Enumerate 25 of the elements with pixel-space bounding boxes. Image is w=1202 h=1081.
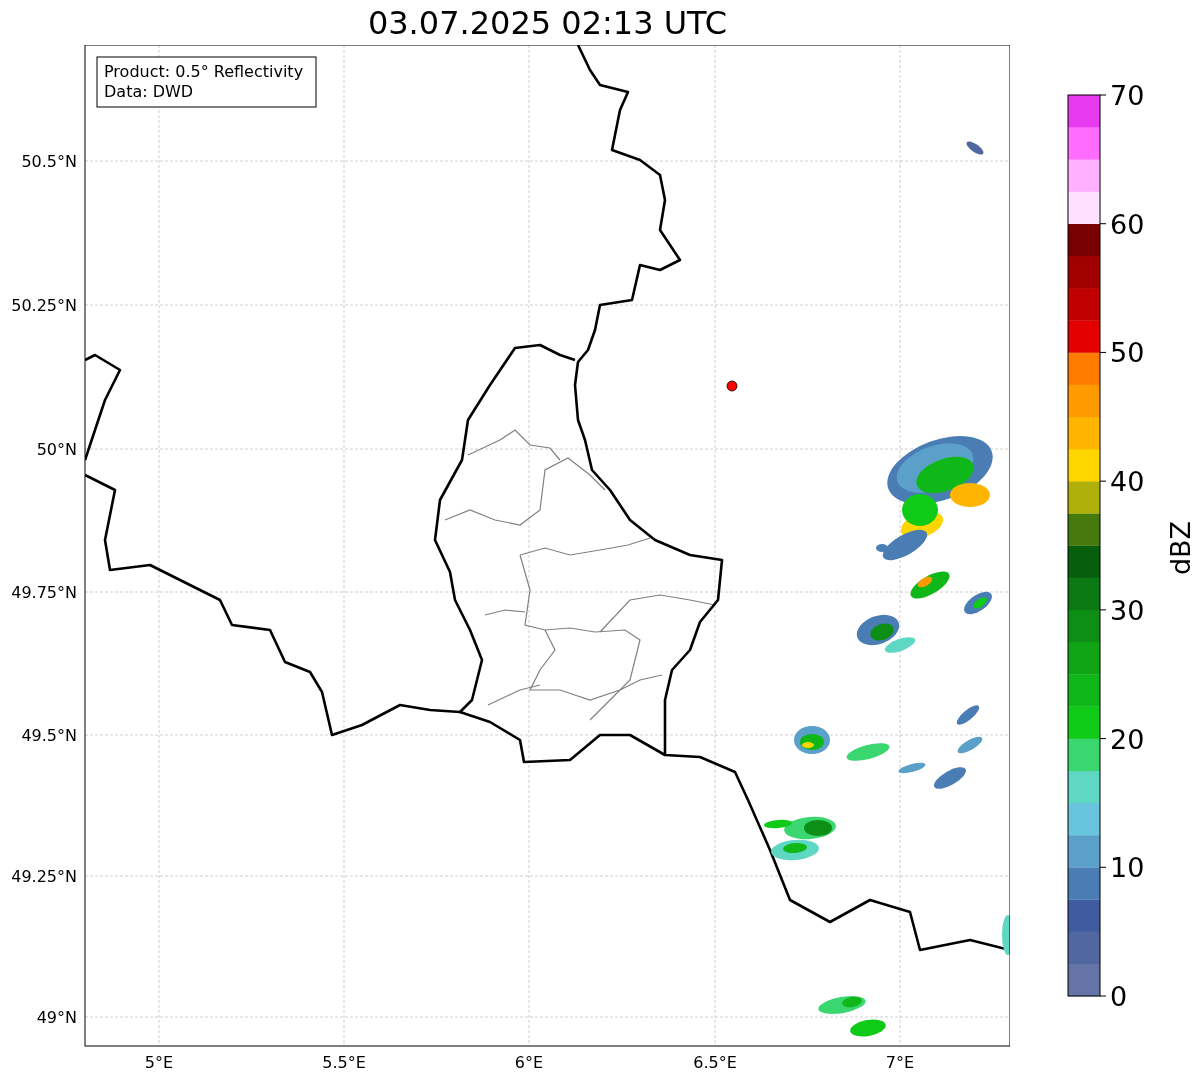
latitude-label: 49°N [36, 1008, 77, 1027]
colorbar-tick-label: 70 [1110, 80, 1145, 111]
radar-site-marker [726, 380, 738, 392]
legend-text: Product: 0.5° Reflectivity [104, 62, 304, 81]
legend-text: Data: DWD [104, 82, 194, 101]
latitude-label: 50.5°N [21, 152, 77, 171]
longitude-label: 6°E [514, 1053, 544, 1072]
colorbar-tick-label: 40 [1110, 466, 1145, 498]
latitude-label: 49.25°N [11, 867, 77, 886]
colorbar-tick-label: 30 [1110, 594, 1145, 626]
colorbar-label: dBZ [1165, 520, 1196, 576]
colorbar-tick-label: 20 [1110, 723, 1145, 755]
colorbar-tick-label: 10 [1110, 852, 1145, 884]
longitude-label: 6.5°E [693, 1053, 737, 1072]
latitude-label: 50.25°N [11, 296, 77, 315]
longitude-label: 5.5°E [322, 1053, 366, 1072]
colorbar-tick-label: 0 [1110, 981, 1128, 1012]
latitude-label: 50°N [36, 440, 77, 459]
latitude-label: 49.5°N [21, 726, 77, 745]
colorbar-tick-label: 50 [1110, 337, 1145, 369]
longitude-label: 7°E [885, 1053, 915, 1072]
latitude-label: 49.75°N [11, 583, 77, 602]
chart-title: 03.07.2025 02:13 UTC [367, 2, 728, 43]
colorbar-tick-label: 60 [1110, 208, 1145, 240]
longitude-label: 5°E [144, 1053, 174, 1072]
